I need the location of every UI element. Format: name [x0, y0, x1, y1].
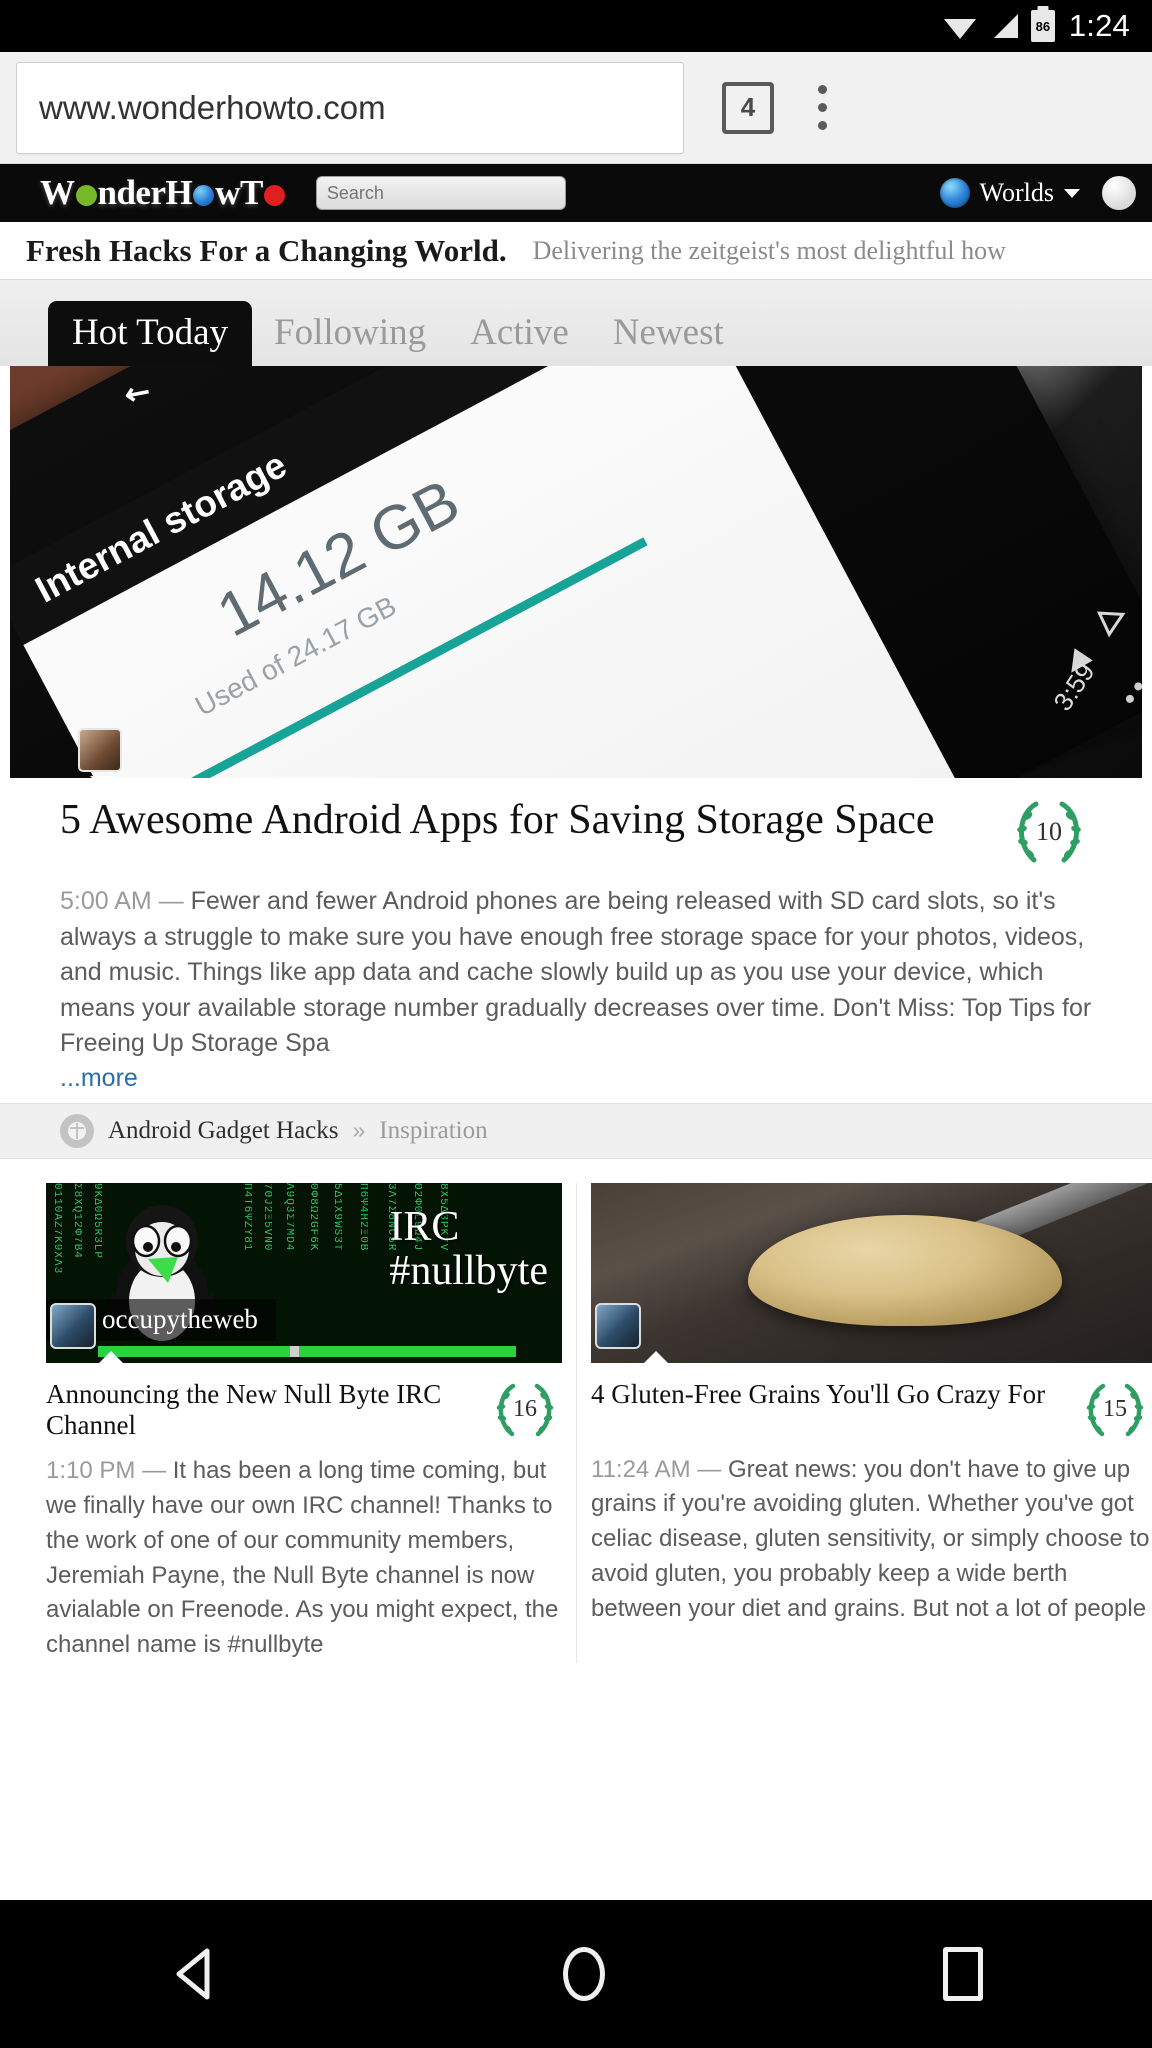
- score-badge: 10: [1006, 796, 1092, 868]
- card-excerpt: 1:10 PM — It has been a long time coming…: [46, 1454, 562, 1663]
- site-header: W nder H w T Worlds: [0, 164, 1152, 222]
- worlds-label: Worlds: [979, 178, 1054, 207]
- back-triangle-icon[interactable]: [169, 1945, 225, 2003]
- url-text[interactable]: www.wonderhowto.com: [39, 89, 386, 127]
- pointer-caret: [98, 1350, 124, 1363]
- card-title[interactable]: 4 Gluten-Free Grains You'll Go Crazy For: [591, 1379, 1068, 1411]
- category-name[interactable]: Android Gadget Hacks: [108, 1117, 339, 1145]
- android-navigation-bar: [0, 1900, 1152, 2048]
- overflow-menu-icon[interactable]: [818, 85, 827, 130]
- globe-icon: [939, 178, 970, 208]
- featured-image[interactable]: ↖ Internal storage 14.12 GB Used of 24.1…: [10, 366, 1142, 778]
- logo-dot-red: [263, 185, 285, 206]
- site-search[interactable]: [315, 176, 566, 210]
- site-tagline: Fresh Hacks For a Changing World. Delive…: [0, 222, 1152, 280]
- card-title-row: 4 Gluten-Free Grains You'll Go Crazy For: [591, 1379, 1152, 1441]
- score-value: 16: [513, 1396, 537, 1422]
- logo-part-3: H: [165, 173, 193, 212]
- phone-clock: 3:59: [1047, 657, 1101, 716]
- excerpt-text: It has been a long time coming, but we f…: [46, 1457, 559, 1659]
- card-image-matrix[interactable]: 0110AZ7K9ΧΛ3 Σ8XQ12Φ7B4 9KΔ0Ω5R3LP Π4T6Ψ…: [46, 1182, 562, 1363]
- overlay-line-2: #nullbyte: [389, 1247, 548, 1294]
- worlds-menu[interactable]: Worlds: [939, 178, 1084, 208]
- dot: [818, 85, 827, 94]
- dash: —: [158, 887, 184, 915]
- tab-following[interactable]: Following: [252, 303, 448, 366]
- status-time: 1:24: [1068, 8, 1130, 43]
- dash: —: [142, 1457, 167, 1485]
- timestamp: 11:24 AM: [591, 1455, 691, 1483]
- score-value: 10: [1036, 817, 1062, 846]
- featured-body: 5 Awesome Android Apps for Saving Storag…: [0, 778, 1152, 1103]
- overlay-line-1: IRC: [389, 1203, 460, 1250]
- android-status-bar: 86 1:24: [0, 0, 1152, 52]
- logo-part-2: nder: [97, 173, 167, 212]
- web-content: W nder H w T Worlds: [0, 164, 1152, 2048]
- tab-newest[interactable]: Newest: [591, 303, 746, 366]
- pointer-caret: [643, 1350, 669, 1363]
- logo-part-5: T: [240, 173, 263, 212]
- account-icon[interactable]: [1102, 176, 1136, 210]
- avatar: [78, 728, 122, 772]
- avatar: [50, 1302, 96, 1349]
- avatar: [595, 1302, 641, 1349]
- card-title[interactable]: Announcing the New Null Byte IRC Channel: [46, 1379, 478, 1443]
- dash: —: [697, 1455, 722, 1483]
- recent-apps-square-icon[interactable]: [943, 1947, 983, 2001]
- status-icons: 86: [943, 10, 1055, 42]
- tagline-sub: Delivering the zeitgeist's most delightf…: [532, 235, 1006, 265]
- timestamp: 1:10 PM: [46, 1457, 136, 1485]
- battery-level: 86: [1035, 18, 1051, 34]
- dot: [818, 121, 827, 130]
- world-badge-icon: [60, 1113, 94, 1148]
- back-arrow-icon: ↖: [116, 373, 158, 414]
- signal-icon: [993, 14, 1018, 38]
- phone-screen-area: [23, 366, 1024, 778]
- logo-dot-globe: [193, 185, 215, 206]
- logo-part-1: W: [40, 173, 75, 212]
- phone-screen: 86 1:24 www.wonderhowto.com 4 W nder H w: [0, 0, 1152, 2048]
- article-card-grid: 0110AZ7K9ΧΛ3 Σ8XQ12Φ7B4 9KΔ0Ω5R3LP Π4T6Ψ…: [0, 1158, 1152, 1664]
- browser-toolbar: www.wonderhowto.com 4: [0, 52, 1152, 164]
- timestamp: 5:00 AM: [60, 887, 152, 915]
- more-link[interactable]: ...more: [60, 1064, 138, 1093]
- search-input[interactable]: [326, 182, 559, 204]
- featured-title-row: 5 Awesome Android Apps for Saving Storag…: [60, 796, 1092, 868]
- featured-excerpt: 5:00 AM — Fewer and fewer Android phones…: [60, 884, 1092, 1062]
- battery-icon: 86: [1030, 10, 1055, 42]
- phone-photo: ↖ Internal storage 14.12 GB Used of 24.1…: [10, 366, 1142, 778]
- score-badge: 15: [1078, 1379, 1152, 1441]
- tagline-main: Fresh Hacks For a Changing World.: [26, 232, 507, 268]
- phone-overflow-icon: [1124, 668, 1142, 705]
- wifi-icon: [943, 19, 976, 39]
- card-image-overlay-text: IRC #nullbyte: [389, 1203, 548, 1294]
- list-item[interactable]: 4 Gluten-Free Grains You'll Go Crazy For: [576, 1182, 1152, 1663]
- card-title-row: Announcing the New Null Byte IRC Channel: [46, 1379, 562, 1443]
- logo-dot-green: [75, 185, 97, 206]
- dot: [818, 103, 827, 112]
- author-name: occupytheweb: [102, 1304, 258, 1334]
- excerpt-text: Fewer and fewer Android phones are being…: [60, 887, 1092, 1057]
- progress-indicator: [98, 1345, 516, 1357]
- wonderhowto-logo[interactable]: W nder H w T: [40, 173, 286, 213]
- list-item[interactable]: 0110AZ7K9ΧΛ3 Σ8XQ12Φ7B4 9KΔ0Ω5R3LP Π4T6Ψ…: [0, 1182, 576, 1664]
- featured-article[interactable]: ↖ Internal storage 14.12 GB Used of 24.1…: [0, 366, 1152, 1159]
- card-excerpt: 11:24 AM — Great news: you don't have to…: [591, 1453, 1152, 1627]
- page-title[interactable]: 5 Awesome Android Apps for Saving Storag…: [60, 796, 992, 845]
- score-value: 15: [1103, 1396, 1127, 1422]
- pointer-caret: [90, 776, 116, 778]
- card-image-grains[interactable]: [591, 1182, 1152, 1363]
- subcategory-name[interactable]: Inspiration: [379, 1117, 487, 1145]
- tab-hot-today[interactable]: Hot Today: [48, 301, 253, 366]
- url-bar[interactable]: www.wonderhowto.com: [16, 61, 684, 154]
- chevron-down-icon: [1064, 188, 1080, 198]
- tab-switcher-button[interactable]: 4: [722, 81, 774, 134]
- logo-part-4: w: [215, 173, 241, 212]
- category-row[interactable]: Android Gadget Hacks » Inspiration: [0, 1102, 1152, 1159]
- score-badge: 16: [488, 1379, 562, 1441]
- category-separator: »: [352, 1117, 366, 1143]
- feed-tabs: Hot Today Following Active Newest: [0, 280, 1152, 366]
- tab-active[interactable]: Active: [448, 303, 591, 366]
- home-circle-icon[interactable]: [563, 1947, 605, 2001]
